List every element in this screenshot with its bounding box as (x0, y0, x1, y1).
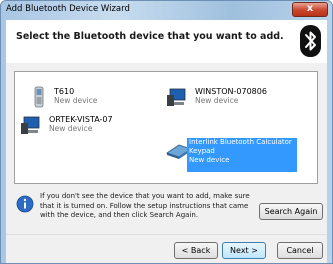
device-status: New device (49, 124, 93, 133)
back-button[interactable]: < Back (174, 242, 218, 259)
device-item-t610[interactable]: T610 New device (29, 84, 179, 112)
phone-icon (34, 86, 44, 108)
device-name: T610 (54, 87, 75, 96)
wizard-header: Select the Bluetooth device that you wan… (6, 20, 327, 64)
info-icon (16, 195, 34, 213)
close-button[interactable]: x (292, 2, 328, 17)
bluetooth-logo-icon (300, 25, 321, 57)
device-item-ortek[interactable]: ORTEK-VISTA-07 New device (19, 112, 169, 140)
device-list[interactable]: T610 New device WINSTON-070806 New devic… (14, 71, 318, 184)
info-text: If you don't see the device that you wan… (40, 192, 250, 219)
search-again-button[interactable]: Search Again (259, 203, 323, 220)
page-title: Select the Bluetooth device that you wan… (16, 31, 284, 42)
device-name: WINSTON-070806 (195, 87, 267, 96)
window-title: Add Bluetooth Device Wizard (6, 4, 130, 14)
title-bar[interactable]: Add Bluetooth Device Wizard x (1, 1, 332, 19)
wizard-body: T610 New device WINSTON-070806 New devic… (6, 63, 327, 234)
computer-icon (21, 116, 40, 134)
next-button[interactable]: Next > (222, 242, 266, 259)
wizard-window: Add Bluetooth Device Wizard x Select the… (0, 0, 333, 264)
device-item-interlink[interactable]: Interlink Bluetooth Calculator Keypad Ne… (187, 138, 297, 172)
device-status: New device (189, 156, 230, 164)
device-status: New device (195, 96, 239, 105)
device-status: New device (54, 96, 98, 105)
computer-icon (167, 88, 186, 106)
device-name-line2: Keypad (189, 147, 215, 155)
cancel-button[interactable]: Cancel (277, 242, 323, 259)
device-item-winston[interactable]: WINSTON-070806 New device (165, 84, 315, 112)
device-name: ORTEK-VISTA-07 (49, 115, 113, 124)
device-name: Interlink Bluetooth Calculator (189, 138, 292, 146)
wizard-footer: < Back Next > Cancel (6, 234, 327, 263)
